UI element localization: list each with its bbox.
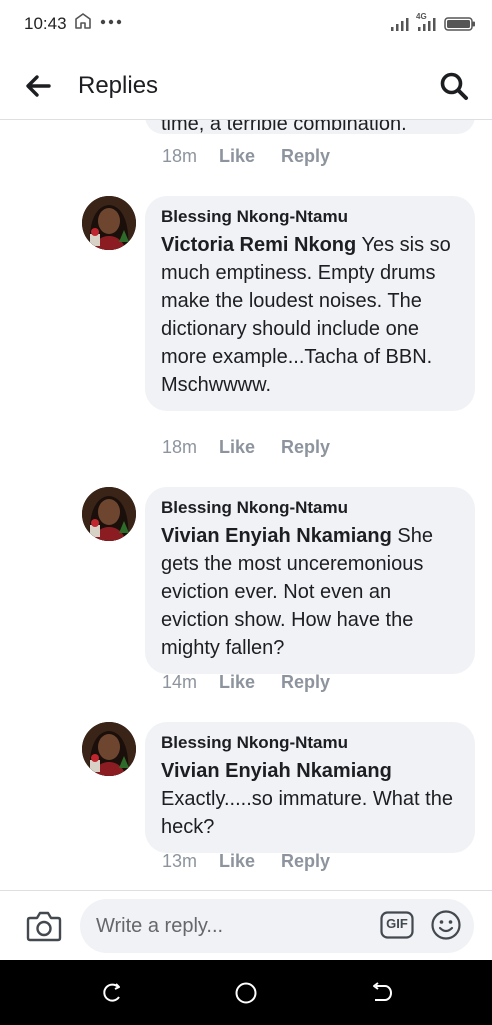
recent-apps-button[interactable] [99, 980, 125, 1006]
mention-link[interactable]: Vivian Enyiah Nkamiang [161, 525, 392, 547]
signal-icon [391, 18, 409, 31]
camera-button[interactable] [26, 909, 62, 943]
comment-time: 13m [162, 851, 198, 871]
home-button[interactable] [233, 980, 259, 1006]
arrow-left-icon [26, 75, 51, 97]
comment-time: 14m [162, 672, 198, 692]
emoji-icon [431, 910, 461, 940]
status-left-icons [74, 12, 122, 30]
reply-composer: GIF [0, 890, 492, 960]
comment-time: 18m [162, 437, 198, 457]
search-button[interactable] [438, 70, 470, 102]
home-icon [235, 982, 257, 1004]
reply-button[interactable]: Reply [281, 672, 330, 693]
page-title: Replies [78, 72, 159, 99]
comment-bubble[interactable]: Blessing Nkong-Ntamu Victoria Remi Nkong… [145, 196, 475, 411]
avatar[interactable] [82, 487, 136, 541]
recent-apps-icon [103, 983, 120, 1002]
back-button[interactable] [22, 70, 54, 102]
status-bar: 10:43 4G [0, 0, 492, 50]
app-header: Replies [0, 50, 492, 120]
like-button[interactable]: Like [219, 672, 255, 693]
reply-button[interactable]: Reply [281, 851, 330, 872]
comment-author[interactable]: Blessing Nkong-Ntamu [161, 732, 459, 754]
reply-button[interactable]: Reply [281, 146, 330, 167]
comment-body: Victoria Remi Nkong Yes sis so much empt… [161, 231, 459, 399]
reply-button[interactable]: Reply [281, 437, 330, 458]
partial-comment-bubble: time, a terrible combination. [145, 120, 475, 134]
comment-time: 18m [162, 146, 198, 166]
system-back-button[interactable] [369, 980, 395, 1006]
comment-author[interactable]: Blessing Nkong-Ntamu [161, 206, 459, 228]
comment-text: Exactly.....so immature. What the heck? [161, 788, 453, 838]
gif-button[interactable]: GIF [380, 911, 414, 939]
comment-bubble[interactable]: Blessing Nkong-Ntamu Vivian Enyiah Nkami… [145, 722, 475, 853]
like-button[interactable]: Like [219, 437, 255, 458]
battery-icon [444, 17, 475, 31]
status-right-icons: 4G [390, 12, 476, 32]
comment-text: Yes sis so much emptiness. Empty drums m… [161, 234, 451, 396]
reply-input[interactable] [80, 899, 474, 953]
avatar[interactable] [82, 722, 136, 776]
mention-link[interactable]: Victoria Remi Nkong [161, 234, 356, 256]
more-dots-icon [100, 19, 122, 25]
comment-body: Vivian Enyiah Nkamiang She gets the most… [161, 522, 459, 662]
partial-comment-text: time, a terrible combination. [161, 120, 407, 134]
comment-bubble[interactable]: Blessing Nkong-Ntamu Vivian Enyiah Nkami… [145, 487, 475, 674]
comment-author[interactable]: Blessing Nkong-Ntamu [161, 497, 459, 519]
like-button[interactable]: Like [219, 851, 255, 872]
comment-meta: 13m Like Reply [162, 851, 330, 872]
search-icon [440, 72, 468, 100]
comment-meta: 14m Like Reply [162, 672, 330, 693]
avatar[interactable] [82, 196, 136, 250]
mention-link[interactable]: Vivian Enyiah Nkamiang [161, 757, 459, 785]
camera-icon [26, 911, 62, 942]
system-nav-bar [0, 960, 492, 1025]
like-button[interactable]: Like [219, 146, 255, 167]
comment-meta: 18m Like Reply [162, 437, 330, 458]
status-time: 10:43 [24, 14, 67, 33]
gif-label: GIF [386, 916, 408, 931]
partial-comment-meta: 18m Like Reply [162, 146, 330, 167]
emoji-button[interactable] [430, 909, 462, 941]
app-notification-icon [75, 13, 91, 29]
reply-thread[interactable]: time, a terrible combination. 18m Like R… [0, 120, 492, 890]
back-icon [373, 982, 392, 1001]
comment-body: Vivian Enyiah Nkamiang Exactly.....so im… [161, 757, 459, 841]
signal-4g-icon: 4G [416, 12, 438, 32]
